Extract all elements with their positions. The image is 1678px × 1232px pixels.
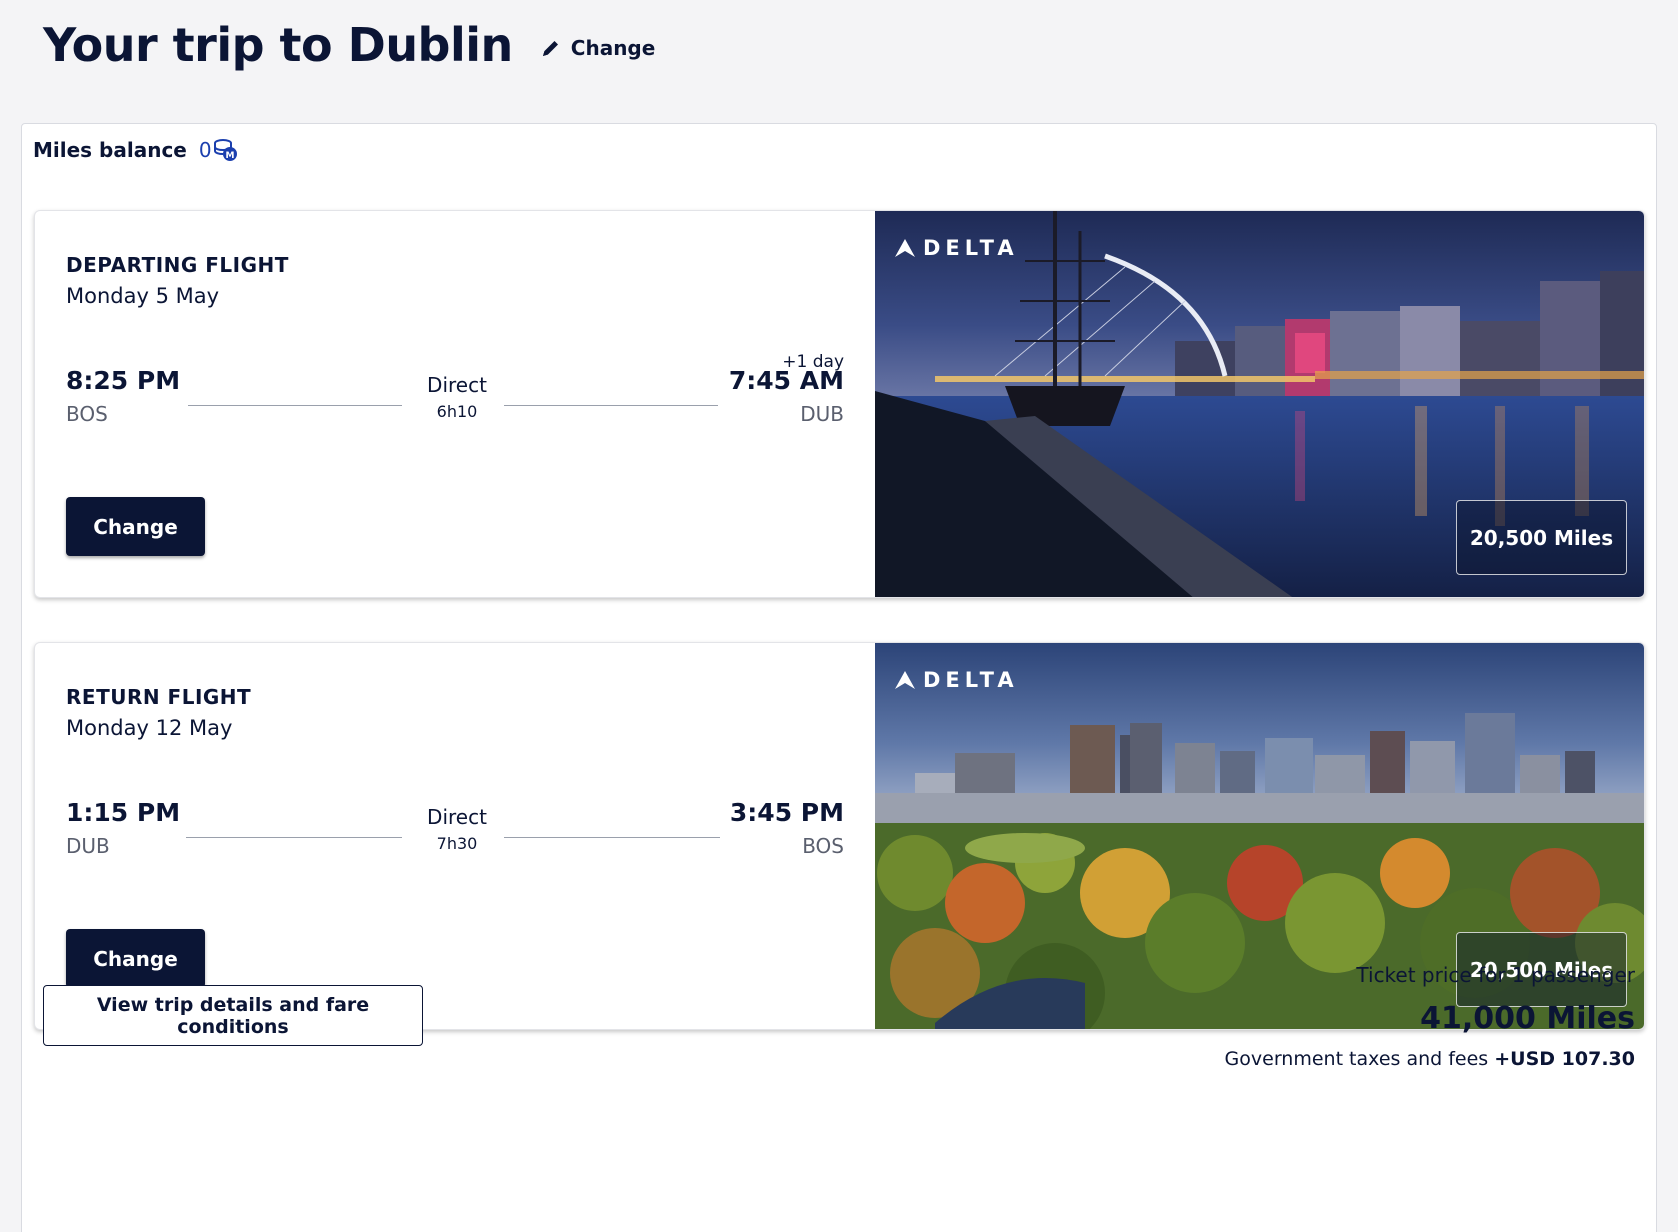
taxes-value: +USD 107.30 [1494,1048,1635,1070]
price-summary: Ticket price for 1 passenger 41,000 Mile… [1225,963,1635,1070]
change-departing-flight-button[interactable]: Change [66,497,205,556]
arrival-time: 3:45 PM [729,798,844,827]
route-line-right [504,405,718,406]
svg-text:M: M [225,151,234,161]
page-header: Your trip to Dublin Change [43,18,655,72]
departure-airport: DUB [66,834,110,858]
flight-miles-badge: 20,500 Miles [1456,500,1627,575]
view-trip-details-button[interactable]: View trip details and fare conditions [43,985,423,1046]
departing-flight-card: DEPARTING FLIGHT Monday 5 May 8:25 PM BO… [34,210,1645,598]
miles-balance-value: 0 [198,138,212,162]
miles-balance-label: Miles balance [33,138,187,162]
arrival-airport: DUB [800,402,844,426]
arrival-time: 7:45 AM [728,366,844,395]
destination-image-dublin: DELTA 20,500 Miles [875,211,1644,597]
route-line-left [188,405,402,406]
flight-info: DEPARTING FLIGHT Monday 5 May 8:25 PM BO… [35,211,875,597]
route-line-right [504,837,720,838]
airline-name: DELTA [923,668,1019,692]
flight-type-label: RETURN FLIGHT [66,685,252,709]
delta-logo: DELTA [895,236,1019,260]
price-label: Ticket price for 1 passenger [1356,963,1635,987]
delta-widget-icon [895,671,915,689]
departure-time: 8:25 PM [66,366,181,395]
flight-date: Monday 12 May [66,716,233,740]
airline-name: DELTA [923,236,1019,260]
departure-airport: BOS [66,402,108,426]
flight-date: Monday 5 May [66,284,220,308]
edit-trip-label: Change [570,36,656,60]
flight-duration: 7h30 [436,834,478,853]
flight-type-label: DEPARTING FLIGHT [66,253,289,277]
change-return-flight-button[interactable]: Change [66,929,205,988]
edit-trip-link[interactable]: Change [541,36,656,60]
delta-logo: DELTA [895,668,1019,692]
stops-label: Direct [427,373,487,397]
delta-widget-icon [895,239,915,257]
flight-duration: 6h10 [436,402,478,421]
arrival-airport: BOS [802,834,844,858]
taxes-label: Government taxes and fees [1224,1048,1489,1070]
miles-coin-icon: M [213,139,237,161]
pencil-icon [542,41,558,56]
taxes-line: Government taxes and fees +USD 107.30 [1225,1048,1635,1070]
departure-time: 1:15 PM [66,798,181,827]
price-total: 41,000 Miles [1420,1001,1635,1036]
route-line-left [186,837,402,838]
miles-balance: Miles balance 0 M [33,137,238,163]
stops-label: Direct [427,805,487,829]
flight-info: RETURN FLIGHT Monday 12 May 1:15 PM DUB … [35,643,875,1029]
page-title: Your trip to Dublin [43,18,513,72]
